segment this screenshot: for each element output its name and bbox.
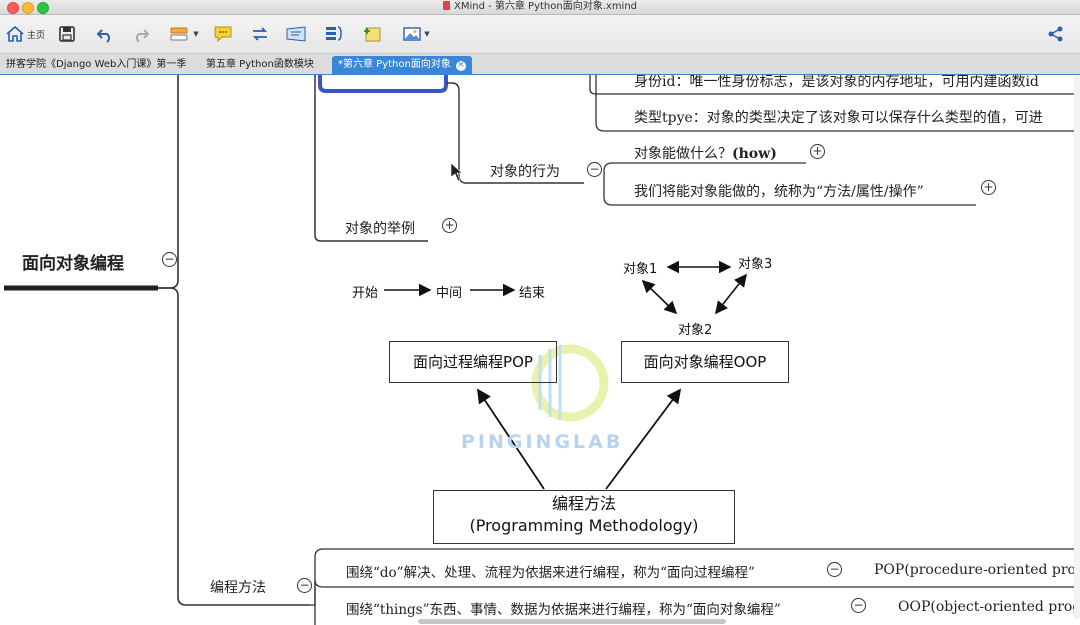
main-toolbar: 主页 ▼ ▼ (0, 15, 1080, 54)
expand-toggle-icon[interactable]: + (442, 218, 457, 233)
save-button[interactable] (56, 22, 78, 46)
chevron-down-icon: ▼ (193, 30, 199, 38)
mind-map-canvas[interactable]: 身份id：唯一性身份标志，是该对象的内存地址，可用内建函数id 类型tpye：对… (0, 75, 1080, 625)
diagram-pop-box: 面向过程编程POP (389, 341, 557, 383)
topic-what-can-object-do-text: 对象能做什么？ (634, 146, 732, 162)
home-button[interactable]: 主页 (4, 22, 46, 46)
topic-identity[interactable]: 身份id：唯一性身份标志，是该对象的内存地址，可用内建函数id (634, 75, 1039, 91)
comment-icon (214, 26, 232, 43)
home-icon (6, 25, 24, 42)
diagram-object3-label: 对象3 (738, 257, 773, 272)
tab-python-oop-label: *第六章 Python面向对象 (338, 59, 451, 70)
topic-oop-label[interactable]: OOP(object-oriented prog (898, 599, 1080, 615)
diagram-object1-label: 对象1 (623, 262, 658, 277)
chevron-down-icon: ▼ (424, 30, 430, 38)
topic-pop-label[interactable]: POP(procedure-oriented prog (874, 562, 1080, 578)
topic-object-examples[interactable]: 对象的举例 (345, 218, 415, 238)
zoom-window-button[interactable] (37, 2, 49, 14)
relationship-icon (252, 27, 268, 41)
minimize-window-button[interactable] (22, 2, 34, 14)
topic-object-behavior[interactable]: 对象的行为 (490, 161, 560, 181)
topic-what-can-object-do[interactable]: 对象能做什么？(how) (634, 143, 777, 163)
boundary-icon (286, 26, 306, 42)
collapse-toggle-icon[interactable]: − (162, 252, 177, 267)
sticky-note-button[interactable] (360, 22, 384, 46)
collapse-toggle-icon[interactable]: − (851, 598, 866, 613)
redo-icon (136, 29, 150, 43)
boundary-button[interactable] (284, 22, 308, 46)
diagram-methodology-line1: 编程方法 (551, 494, 616, 513)
topic-methods-attributes[interactable]: 我们将能对象能做的，统称为“方法/属性/操作” (634, 181, 924, 201)
topic-how-label: (how) (732, 146, 777, 162)
editor-tab-bar: 拼客学院《Django Web入门课》第一季 第五章 Python函数模块 *第… (0, 54, 1080, 75)
insert-image-button[interactable]: ▼ (398, 22, 434, 46)
collapse-toggle-icon[interactable]: − (827, 562, 842, 577)
summary-icon (326, 26, 342, 41)
share-button[interactable] (1044, 22, 1068, 46)
undo-icon (96, 29, 110, 43)
tab-python-functions[interactable]: 第五章 Python函数模块 (200, 56, 320, 74)
close-window-button[interactable] (7, 2, 19, 14)
branch-line (314, 75, 428, 242)
diagram-methodology-line2: (Programming Methodology) (469, 516, 699, 535)
window-title: XMind - 第六章 Python面向对象.xmind (453, 1, 638, 12)
collapse-toggle-icon[interactable]: − (297, 578, 312, 593)
diagram-start-label: 开始 (352, 286, 379, 301)
embedded-diagram-image[interactable]: 开始 中间 结束 对象1 对象3 对象2 面向过程编程POP 面向对象编程OOP… (318, 245, 798, 545)
tab-python-oop[interactable]: *第六章 Python面向对象 × (332, 56, 472, 74)
undo-button[interactable] (94, 22, 116, 46)
topic-oop-description[interactable]: 围绕“things”东西、事情、数据为依据来进行编程，称为“面向对象编程” (346, 598, 781, 618)
redo-button[interactable] (130, 22, 152, 46)
central-topic[interactable]: 面向对象编程 (22, 249, 124, 274)
topic-type[interactable]: 类型tpye：对象的类型决定了该对象可以保存什么类型的值，可进 (634, 107, 1043, 127)
home-label: 主页 (26, 30, 45, 41)
diagram-object2-label: 对象2 (678, 323, 713, 338)
save-icon (59, 26, 75, 42)
summary-button[interactable] (322, 22, 346, 46)
image-icon (403, 27, 421, 41)
document-icon (442, 1, 450, 10)
share-icon (1048, 26, 1063, 42)
selected-topic-frame (318, 75, 448, 93)
diagram-middle-label: 中间 (436, 286, 463, 301)
horizontal-scrollbar-thumb[interactable] (418, 619, 726, 624)
diagram-watermark: PINGINGLAB (461, 431, 624, 453)
collapse-toggle-icon[interactable]: − (587, 162, 602, 177)
topic-style-icon (170, 27, 188, 41)
window-title-bar: XMind - 第六章 Python面向对象.xmind (0, 0, 1080, 15)
topic-pop-description[interactable]: 围绕“do”解决、处理、流程为依据来进行编程，称为“面向过程编程” (346, 561, 755, 581)
diagram-oop-box: 面向对象编程OOP (621, 341, 789, 383)
sticky-note-icon (364, 27, 381, 42)
expand-toggle-icon[interactable]: + (810, 144, 825, 159)
diagram-end-label: 结束 (519, 286, 546, 301)
comment-button[interactable] (212, 22, 234, 46)
mouse-cursor (450, 162, 463, 182)
topic-programming-methodology[interactable]: 编程方法 (210, 577, 266, 597)
close-tab-icon[interactable]: × (455, 61, 466, 71)
vertical-scrollbar[interactable] (1074, 75, 1080, 619)
diagram-methodology-box: 编程方法 (Programming Methodology) (433, 490, 735, 544)
expand-toggle-icon[interactable]: + (981, 180, 996, 195)
tab-django-web[interactable]: 拼客学院《Django Web入门课》第一季 (0, 56, 192, 74)
branch-line (158, 287, 310, 606)
topic-style-button[interactable]: ▼ (166, 22, 202, 46)
relationship-button[interactable] (248, 22, 272, 46)
branch-line (603, 162, 806, 172)
